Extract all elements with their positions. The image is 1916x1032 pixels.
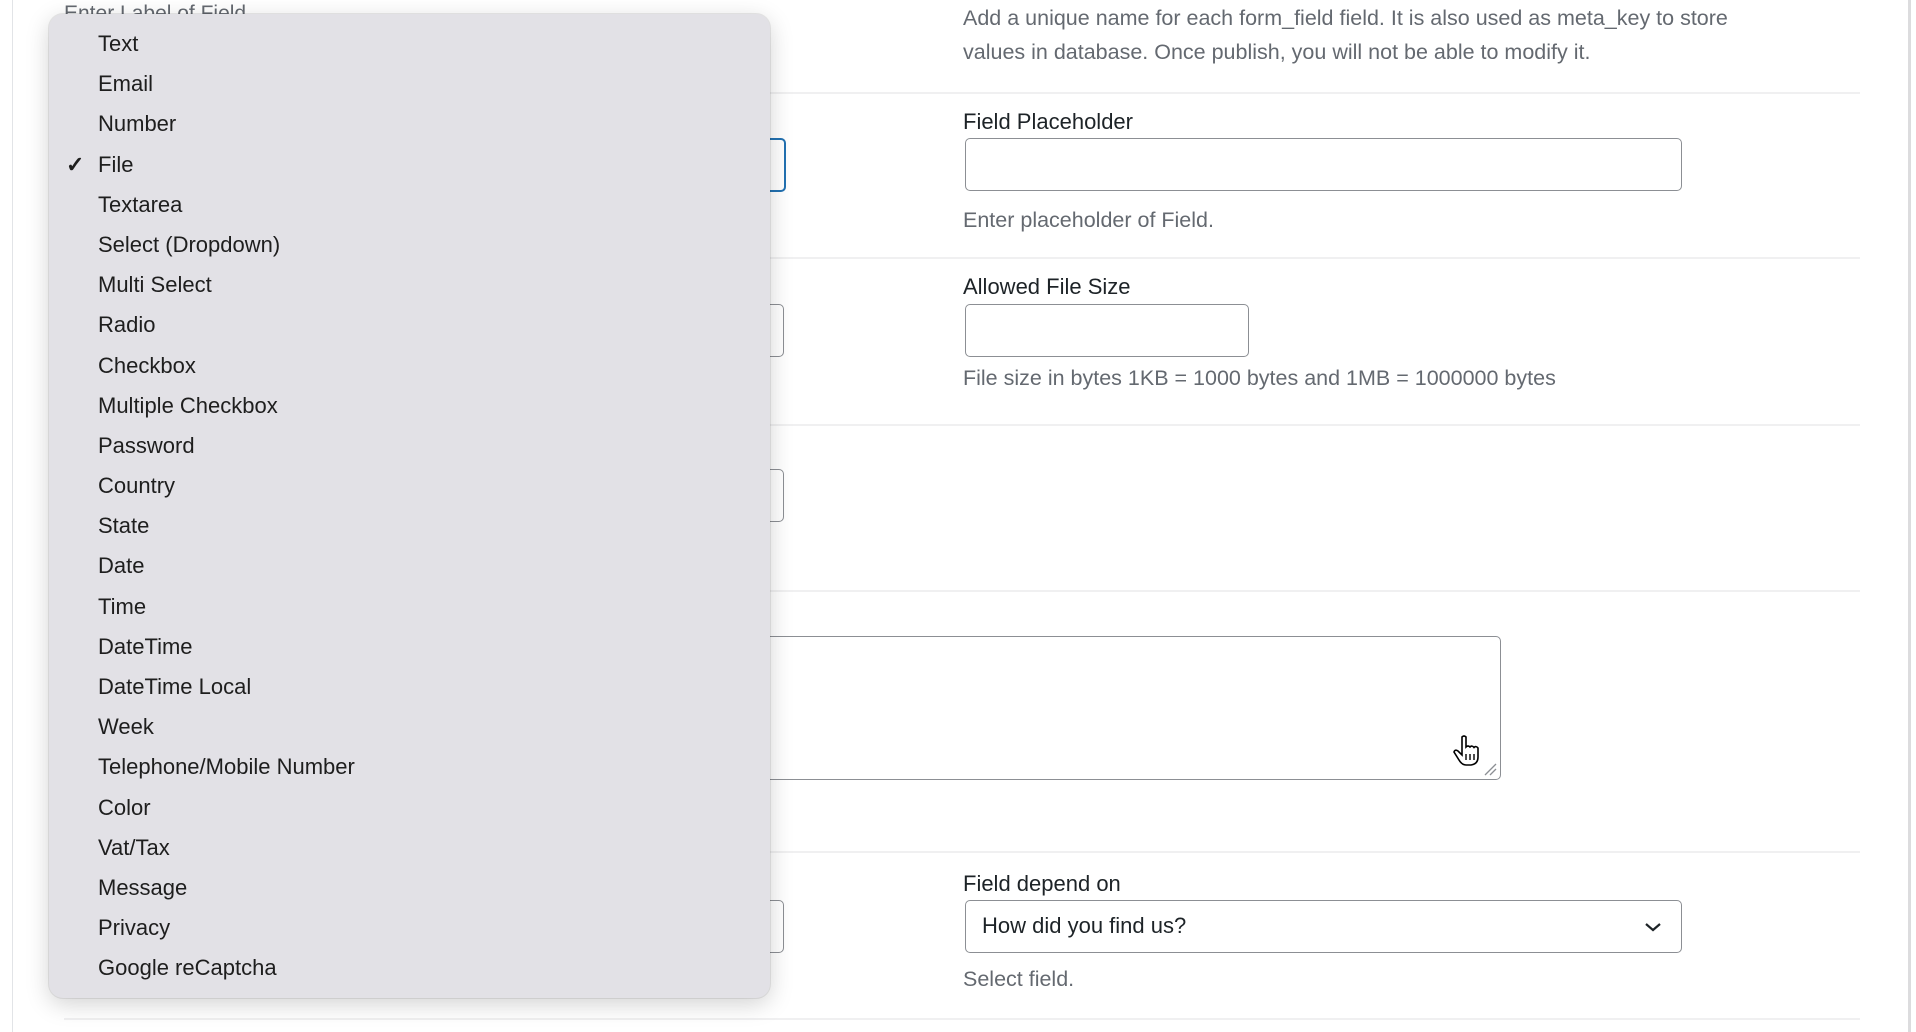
menu-item-country[interactable]: Country (49, 466, 770, 506)
file-size-label: Allowed File Size (963, 274, 1131, 299)
resize-handle-icon[interactable] (1483, 762, 1497, 776)
depend-select[interactable]: How did you find us? (965, 900, 1682, 953)
menu-item-datetime-local[interactable]: DateTime Local (49, 667, 770, 707)
depend-select-value: How did you find us? (982, 913, 1187, 938)
menu-item-label: Country (98, 473, 176, 499)
menu-item-multiple-checkbox[interactable]: Multiple Checkbox (49, 386, 770, 426)
menu-item-telephone-mobile-number[interactable]: Telephone/Mobile Number (49, 747, 770, 787)
menu-item-label: DateTime Local (98, 674, 252, 699)
menu-item-datetime[interactable]: DateTime (49, 627, 770, 667)
menu-item-file[interactable]: ✓ File (49, 145, 770, 185)
menu-item-time[interactable]: Time (49, 587, 770, 627)
menu-item-label: Vat/Tax (98, 834, 170, 860)
menu-item-email[interactable]: Email (49, 64, 770, 104)
file-size-input[interactable] (965, 304, 1249, 357)
menu-item-color[interactable]: Color (49, 788, 770, 828)
name-description: Add a unique name for each form_field fi… (963, 1, 1728, 69)
name-description-line1: Add a unique name for each form_field fi… (963, 6, 1728, 30)
chevron-down-icon (1645, 923, 1661, 932)
menu-item-multi-select[interactable]: Multi Select (49, 265, 770, 305)
menu-item-label: Checkbox (98, 352, 196, 378)
menu-item-textarea[interactable]: Textarea (49, 185, 770, 225)
depend-label: Field depend on (963, 871, 1121, 896)
menu-item-label: Password (98, 432, 195, 458)
name-description-line2: values in database. Once publish, you wi… (963, 40, 1591, 64)
menu-item-label: DateTime (98, 633, 193, 659)
menu-item-label: Message (98, 874, 188, 900)
placeholder-help: Enter placeholder of Field. (963, 208, 1214, 232)
menu-item-label: Time (98, 593, 147, 619)
checkmark-icon: ✓ (66, 151, 85, 177)
placeholder-label: Field Placeholder (963, 109, 1133, 134)
hand-pointer-icon (1453, 735, 1479, 766)
divider (64, 1018, 1860, 1020)
placeholder-input[interactable] (965, 138, 1682, 191)
field-type-dropdown-menu: Text Email Number ✓ File Textarea Select (Drop… (49, 14, 770, 998)
menu-item-label: Number (98, 111, 177, 137)
menu-item-label: Multi Select (98, 272, 212, 298)
menu-item-google-recaptcha[interactable]: Google reCaptcha (49, 948, 770, 988)
menu-item-privacy[interactable]: Privacy (49, 908, 770, 948)
menu-item-date[interactable]: Date (49, 546, 770, 586)
menu-item-label: Color (98, 794, 151, 820)
depend-help: Select field. (963, 967, 1075, 991)
menu-item-message[interactable]: Message (49, 868, 770, 908)
menu-item-label: State (98, 513, 150, 539)
menu-item-radio[interactable]: Radio (49, 305, 770, 345)
menu-item-label: Textarea (98, 191, 183, 217)
menu-item-label: Select (Dropdown) (98, 231, 281, 257)
menu-item-label: Date (98, 553, 145, 579)
menu-item-state[interactable]: State (49, 506, 770, 546)
menu-item-number[interactable]: Number (49, 104, 770, 144)
panel-left-border (12, 0, 13, 1032)
file-size-help: File size in bytes 1KB = 1000 bytes and … (963, 366, 1556, 390)
menu-item-label: Privacy (98, 915, 171, 941)
menu-item-label: Google reCaptcha (98, 955, 277, 981)
scrollbar-track[interactable] (1908, 0, 1911, 1032)
menu-item-label: Multiple Checkbox (98, 392, 278, 418)
menu-item-label: File (98, 151, 134, 177)
menu-item-text[interactable]: Text (49, 24, 770, 64)
menu-item-vat-tax[interactable]: Vat/Tax (49, 828, 770, 868)
menu-item-label: Telephone/Mobile Number (98, 754, 355, 780)
menu-item-label: Email (98, 71, 154, 97)
menu-item-password[interactable]: Password (49, 426, 770, 466)
menu-item-label: Text (98, 31, 139, 56)
menu-item-label: Week (98, 714, 154, 740)
menu-item-select-dropdown[interactable]: Select (Dropdown) (49, 225, 770, 265)
menu-item-checkbox[interactable]: Checkbox (49, 346, 770, 386)
menu-item-label: Radio (98, 312, 156, 338)
menu-item-week[interactable]: Week (49, 707, 770, 747)
